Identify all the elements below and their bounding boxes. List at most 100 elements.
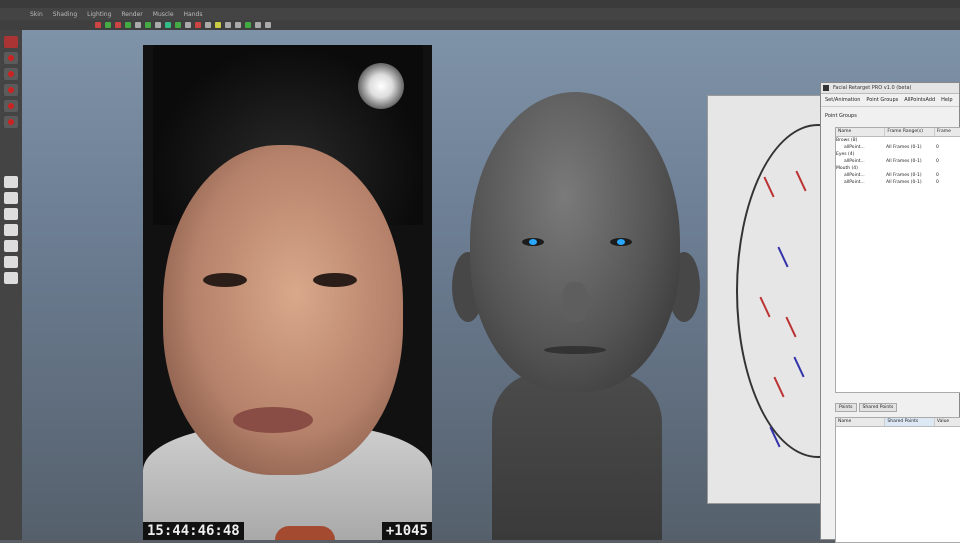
shelf-tool-icon[interactable] bbox=[205, 22, 211, 28]
column-header[interactable]: Name bbox=[836, 418, 886, 426]
shelf-tool-icon[interactable] bbox=[95, 22, 101, 28]
row-name: allPoint... bbox=[844, 159, 865, 164]
model-neck bbox=[492, 372, 662, 540]
tree-header: Name Frame Range(s) Frame bbox=[836, 128, 960, 137]
video-timecode: 15:44:46:48 bbox=[143, 522, 244, 540]
row-frame bbox=[936, 137, 960, 144]
shelf-tool-icon[interactable] bbox=[135, 22, 141, 28]
row-frame bbox=[936, 151, 960, 158]
layout-side-icon[interactable] bbox=[4, 208, 18, 220]
row-range bbox=[886, 137, 936, 144]
main-menu-bar: Skin Shading Lighting Render Muscle Hand… bbox=[0, 8, 960, 20]
actor-eye-right bbox=[313, 273, 357, 287]
tree-row[interactable]: allPoint... All Frames (0-1) 0 bbox=[836, 144, 960, 151]
point-groups-tree[interactable]: Name Frame Range(s) Frame Brows (8) allP… bbox=[835, 127, 960, 393]
plugin-menu-item[interactable]: Set/Animation bbox=[825, 97, 860, 103]
shelf-tool-icon[interactable] bbox=[155, 22, 161, 28]
layout-custom-icon[interactable] bbox=[4, 272, 18, 284]
menu-item[interactable]: Muscle bbox=[153, 11, 174, 18]
menu-item[interactable]: Lighting bbox=[87, 11, 111, 18]
tool-shelf bbox=[0, 20, 960, 30]
column-header[interactable]: Value bbox=[935, 418, 960, 426]
layout-graph-icon[interactable] bbox=[4, 256, 18, 268]
shelf-tool-icon[interactable] bbox=[185, 22, 191, 28]
row-range bbox=[886, 151, 936, 158]
actor-face-image bbox=[163, 145, 403, 475]
tree-row[interactable]: Eyes (4) bbox=[836, 151, 960, 158]
tab-points[interactable]: Points bbox=[835, 403, 857, 412]
shelf-tool-icon[interactable] bbox=[195, 22, 201, 28]
model-eye-left bbox=[522, 238, 544, 246]
points-list[interactable]: Name Shared Points Value bbox=[835, 417, 960, 543]
row-frame bbox=[936, 165, 960, 172]
model-eye-right bbox=[610, 238, 632, 246]
plugin-title-bar[interactable]: Facial Retarget PRO v1.0 (beta) bbox=[821, 83, 959, 94]
marker-layout-sketch bbox=[707, 95, 824, 504]
menu-item[interactable]: Shading bbox=[53, 11, 77, 18]
layout-single-icon[interactable] bbox=[4, 176, 18, 188]
layout-four-icon[interactable] bbox=[4, 192, 18, 204]
tab-shared-points[interactable]: Shared Points bbox=[858, 403, 898, 412]
shelf-tool-icon[interactable] bbox=[225, 22, 231, 28]
video-frame-offset: +1045 bbox=[381, 522, 432, 540]
tree-row[interactable]: allPoint... All Frames (0-1) 0 bbox=[836, 172, 960, 179]
model-nose bbox=[562, 282, 588, 322]
row-name: Eyes (4) bbox=[836, 152, 855, 157]
shelf-tool-icon[interactable] bbox=[145, 22, 151, 28]
layout-stack-icon[interactable] bbox=[4, 224, 18, 236]
layout-outliner-icon[interactable] bbox=[4, 240, 18, 252]
select-tool-icon[interactable] bbox=[4, 36, 18, 48]
point-groups-label: Point Groups bbox=[825, 113, 857, 119]
tree-row[interactable]: allPoint... All Frames (0-1) 0 bbox=[836, 158, 960, 165]
column-header[interactable]: Frame Range(s) bbox=[885, 128, 935, 136]
actor-eye-left bbox=[203, 273, 247, 287]
scale-tool-icon[interactable] bbox=[4, 116, 18, 128]
plugin-window[interactable]: Facial Retarget PRO v1.0 (beta) Set/Anim… bbox=[820, 82, 960, 543]
shelf-tool-icon[interactable] bbox=[115, 22, 121, 28]
shelf-tool-icon[interactable] bbox=[215, 22, 221, 28]
menu-item[interactable]: Hands bbox=[184, 11, 203, 18]
plugin-menu-item[interactable]: Help bbox=[941, 97, 952, 103]
row-name: allPoint... bbox=[844, 180, 865, 185]
menu-item[interactable]: Skin bbox=[30, 11, 43, 18]
shelf-tool-icon[interactable] bbox=[255, 22, 261, 28]
reference-video-plane[interactable]: 15:44:46:48 +1045 bbox=[143, 45, 432, 540]
shelf-tool-icon[interactable] bbox=[265, 22, 271, 28]
plugin-menu-bar: Set/Animation Point Groups AllPointsAdd … bbox=[821, 94, 959, 107]
row-name: Mouth (4) bbox=[836, 166, 858, 171]
row-range bbox=[886, 165, 936, 172]
plugin-menu-item[interactable]: Point Groups bbox=[866, 97, 898, 103]
toolbox bbox=[0, 30, 22, 540]
shelf-tool-icon[interactable] bbox=[235, 22, 241, 28]
model-mouth bbox=[544, 346, 606, 354]
3d-head-model[interactable] bbox=[452, 92, 702, 540]
row-range: All Frames (0-1) bbox=[886, 173, 922, 178]
row-frame: 0 bbox=[936, 159, 939, 164]
column-header[interactable]: Shared Points bbox=[885, 418, 935, 426]
shelf-tool-icon[interactable] bbox=[165, 22, 171, 28]
tree-row[interactable]: Brows (8) bbox=[836, 137, 960, 144]
shelf-tool-icon[interactable] bbox=[175, 22, 181, 28]
row-frame: 0 bbox=[936, 173, 939, 178]
plugin-menu-item[interactable]: AllPointsAdd bbox=[904, 97, 935, 103]
actor-mouth bbox=[233, 407, 313, 433]
app-title-bar bbox=[0, 0, 960, 8]
column-header[interactable]: Frame bbox=[935, 128, 960, 136]
shelf-tool-icon[interactable] bbox=[245, 22, 251, 28]
tree-row[interactable]: allPoint... All Frames (0-1) 0 bbox=[836, 179, 960, 186]
rotate-tool-icon[interactable] bbox=[4, 100, 18, 112]
recording-indicator bbox=[275, 526, 335, 540]
paint-tool-icon[interactable] bbox=[4, 68, 18, 80]
column-header[interactable]: Name bbox=[836, 128, 886, 136]
row-range: All Frames (0-1) bbox=[886, 180, 922, 185]
row-frame: 0 bbox=[936, 180, 939, 185]
lasso-tool-icon[interactable] bbox=[4, 52, 18, 64]
tree-row[interactable]: Mouth (4) bbox=[836, 165, 960, 172]
move-tool-icon[interactable] bbox=[4, 84, 18, 96]
row-name: allPoint... bbox=[844, 145, 865, 150]
model-head bbox=[470, 92, 680, 392]
menu-item[interactable]: Render bbox=[121, 11, 142, 18]
row-name: Brows (8) bbox=[836, 138, 858, 143]
shelf-tool-icon[interactable] bbox=[125, 22, 131, 28]
shelf-tool-icon[interactable] bbox=[105, 22, 111, 28]
